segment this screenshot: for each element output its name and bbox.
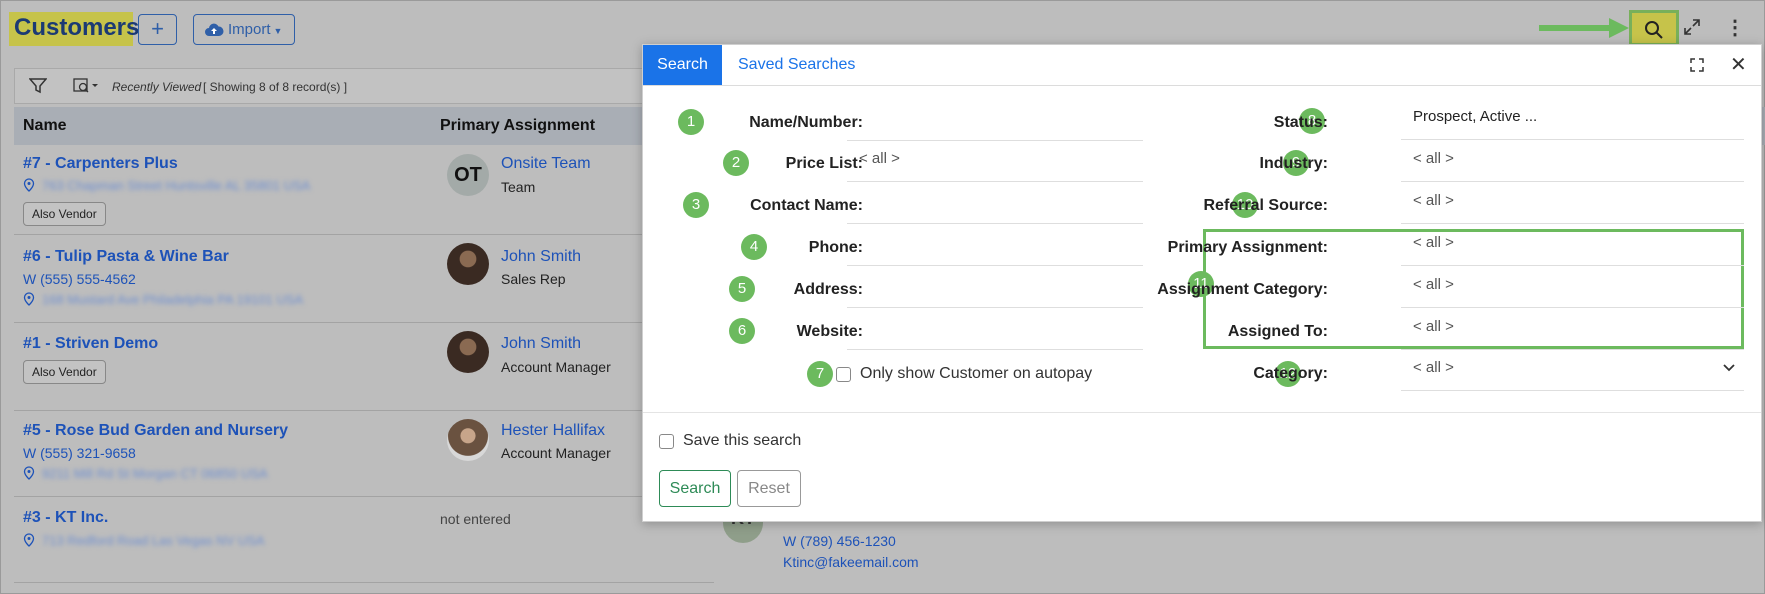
search-icon [1645,21,1663,39]
assignment-name-link[interactable]: John Smith [501,248,581,266]
website-label: Website: [796,323,863,340]
annotation-badge: 7 [807,361,833,387]
customer-name-link[interactable]: #3 - KT Inc. [23,509,108,527]
cloud-upload-icon [205,23,224,36]
assignment-role: Team [501,179,536,195]
address-label: Address: [793,281,863,298]
avatar: OT [447,154,489,196]
record-count: [ Showing 8 of 8 record(s) ] [203,80,348,94]
caret-down-icon: ▼ [273,26,283,36]
assignment-name-link[interactable]: John Smith [501,335,581,353]
table-row: #5 - Rose Bud Garden and Nursery W (555)… [14,411,714,497]
customer-name-link[interactable]: #5 - Rose Bud Garden and Nursery [23,422,288,440]
recently-viewed-label: Recently Viewed [112,80,202,94]
quick-search-icon[interactable] [73,78,99,94]
save-search-checkbox[interactable] [659,434,674,449]
fullscreen-icon[interactable] [1690,58,1704,72]
assignment-category-label: Assignment Category: [1157,281,1328,298]
table-row: #1 - Striven Demo Also Vendor John Smith… [14,323,714,411]
map-pin-icon [23,533,35,547]
no-assignment-text: not entered [440,511,511,527]
referral-source-select[interactable]: < all > [1401,186,1744,224]
status-select[interactable]: Prospect, Active ... [1401,102,1744,140]
industry-label: Industry: [1259,155,1328,172]
contact-phone-link[interactable]: W (789) 456-1230 [783,533,896,549]
price-list-label: Price List: [785,155,863,172]
tab-saved-searches[interactable]: Saved Searches [738,45,855,85]
tab-search[interactable]: Search [643,45,722,85]
filter-icon[interactable] [29,78,47,94]
search-modal: Search Saved Searches ✕ 1 Name/Number: 2… [642,44,1762,522]
autopay-checkbox[interactable] [836,367,851,382]
customer-name-link[interactable]: #6 - Tulip Pasta & Wine Bar [23,248,229,266]
contact-name-label: Contact Name: [750,197,863,214]
industry-select[interactable]: < all > [1401,144,1744,182]
import-button[interactable]: Import ▼ [193,14,295,45]
category-select[interactable]: < all > [1401,353,1744,391]
column-header-name[interactable]: Name [23,117,67,135]
assigned-to-label: Assigned To: [1227,323,1328,340]
table-row: #7 - Carpenters Plus 763 Chapman Street … [14,145,714,235]
table-row: #6 - Tulip Pasta & Wine Bar W (555) 555-… [14,235,714,323]
customer-address[interactable]: 763 Chapman Street Huntsville AL 35801 U… [42,178,310,193]
customer-phone-link[interactable]: W (555) 555-4562 [23,271,136,287]
annotation-badge: 1 [678,109,704,135]
chevron-down-icon[interactable] [1722,363,1736,373]
map-pin-icon [23,178,35,192]
modal-header-divider [643,85,1761,86]
phone-label: Phone: [808,239,863,256]
open-search-button[interactable] [1629,10,1679,46]
avatar [447,419,489,461]
assignment-role: Account Manager [501,445,611,461]
customer-phone-link[interactable]: W (555) 321-9658 [23,445,136,461]
assignment-category-select[interactable]: < all > [1401,270,1744,308]
column-header-primary-assignment[interactable]: Primary Assignment [440,117,595,135]
map-pin-icon [23,466,35,480]
avatar [447,243,489,285]
assigned-to-select[interactable]: < all > [1401,312,1744,350]
customer-address[interactable]: 168 Mustard Ave Philadelphia PA 19101 US… [42,292,303,307]
customer-name-link[interactable]: #1 - Striven Demo [23,335,158,353]
table-row: #3 - KT Inc. 713 Redford Road Las Vegas … [14,497,714,583]
avatar [447,331,489,373]
assignment-name-link[interactable]: Onsite Team [501,155,591,173]
status-label: Status: [1273,114,1328,131]
modal-footer-divider [643,412,1761,413]
name-number-label: Name/Number: [749,114,863,131]
add-customer-button[interactable]: + [138,14,177,45]
autopay-label: Only show Customer on autopay [860,365,1093,382]
map-pin-icon [23,292,35,306]
primary-assignment-select[interactable]: < all > [1401,228,1744,266]
primary-assignment-label: Primary Assignment: [1167,239,1328,256]
category-label: Category: [1253,365,1328,382]
list-toolbar: Recently Viewed [ Showing 8 of 8 record(… [14,68,714,104]
import-label: Import [228,21,271,38]
assignment-name-link[interactable]: Hester Hallifax [501,422,605,440]
contact-email-link[interactable]: Ktinc@fakeemail.com [783,554,919,570]
customer-name-link[interactable]: #7 - Carpenters Plus [23,155,178,173]
search-button[interactable]: Search [659,470,731,507]
customer-address[interactable]: 9211 Mill Rd St Morgan CT 06850 USA [42,466,268,481]
more-options-icon[interactable]: ⋮ [1725,18,1745,38]
save-search-label: Save this search [683,432,802,449]
also-vendor-badge: Also Vendor [23,360,106,384]
expand-icon[interactable] [1683,18,1701,36]
referral-source-label: Referral Source: [1203,197,1329,214]
assignment-role: Sales Rep [501,271,566,287]
reset-button[interactable]: Reset [737,470,801,507]
page-title: Customers [14,14,140,41]
close-icon[interactable]: ✕ [1730,55,1747,75]
assignment-role: Account Manager [501,359,611,375]
customer-address[interactable]: 713 Redford Road Las Vegas NV USA [42,533,265,548]
also-vendor-badge: Also Vendor [23,202,106,226]
annotation-arrow-icon [1539,18,1629,38]
